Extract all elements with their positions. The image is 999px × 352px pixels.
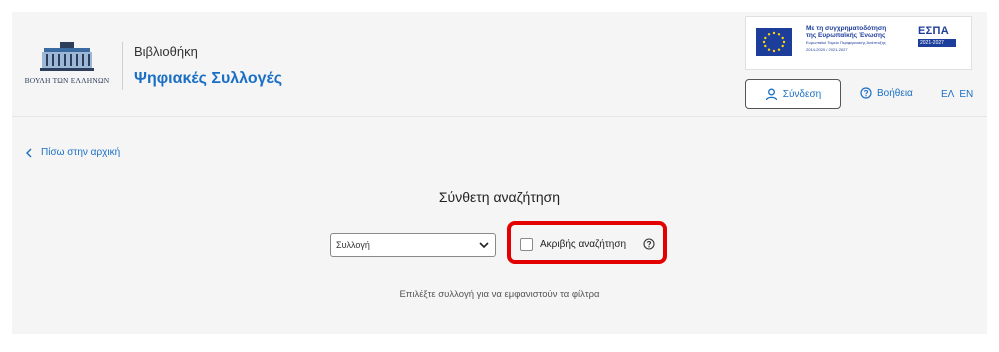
espa-text: Με τη συγχρηματοδότηση της Ευρωπαϊκής Έν… — [806, 25, 914, 52]
help-circle-icon — [860, 87, 872, 99]
espa-small1: Ευρωπαϊκό Ταμείο Περιφερειακής Ανάπτυξης — [806, 40, 886, 45]
user-icon — [765, 88, 777, 100]
logo-text: ΒΟΥΛΗ ΤΩΝ ΕΛΛΗΝΩΝ — [24, 76, 110, 85]
login-label: Σύνδεση — [782, 88, 822, 100]
collection-select[interactable]: Συλλογή — [330, 233, 496, 257]
exact-search-checkbox[interactable] — [520, 238, 533, 251]
lang-en[interactable]: EN — [959, 89, 973, 100]
language-switcher: ΕΛ EN — [941, 89, 973, 100]
library-label: Βιβλιοθήκη — [134, 44, 198, 59]
parliament-building-icon — [38, 40, 96, 74]
espa-banner: Με τη συγχρηματοδότηση της Ευρωπαϊκής Έν… — [745, 16, 972, 70]
back-label: Πίσω στην αρχική — [41, 147, 121, 158]
page-frame: ΒΟΥΛΗ ΤΩΝ ΕΛΛΗΝΩΝ Βιβλιοθήκη Ψηφιακές Συ… — [12, 12, 987, 334]
espa-name: ΕΣΠΑ — [918, 25, 950, 37]
collection-select-value: Συλλογή — [336, 240, 370, 250]
site-header: ΒΟΥΛΗ ΤΩΝ ΕΛΛΗΝΩΝ Βιβλιοθήκη Ψηφιακές Συ… — [12, 12, 987, 117]
espa-small2: 2014-2020 / 2021-2027 — [806, 46, 848, 52]
chevron-down-icon — [479, 242, 489, 249]
back-link[interactable]: Πίσω στην αρχική — [26, 147, 120, 158]
help-link[interactable]: Βοήθεια — [860, 87, 913, 99]
header-divider — [122, 42, 123, 90]
espa-logo: ΕΣΠΑ 2021-2027 — [918, 25, 966, 47]
login-button[interactable]: Σύνδεση — [745, 79, 841, 109]
eu-flag-icon — [756, 28, 792, 56]
chevron-left-icon — [26, 148, 32, 157]
help-label: Βοήθεια — [877, 87, 913, 99]
lang-el[interactable]: ΕΛ — [941, 89, 954, 100]
exact-search-label[interactable]: Ακριβής αναζήτηση — [540, 239, 626, 250]
collections-title[interactable]: Ψηφιακές Συλλογές — [134, 70, 282, 88]
espa-line2: της Ευρωπαϊκής Ένωσης — [806, 32, 886, 39]
filters-hint: Επιλέξτε συλλογή για να εμφανιστούν τα φ… — [399, 289, 600, 300]
question-icon[interactable] — [643, 238, 655, 250]
espa-line1: Με τη συγχρηματοδότηση — [806, 25, 887, 32]
page-title: Σύνθετη αναζήτηση — [438, 189, 561, 205]
espa-years: 2021-2027 — [918, 39, 956, 47]
parliament-logo[interactable]: ΒΟΥΛΗ ΤΩΝ ΕΛΛΗΝΩΝ — [22, 40, 112, 95]
